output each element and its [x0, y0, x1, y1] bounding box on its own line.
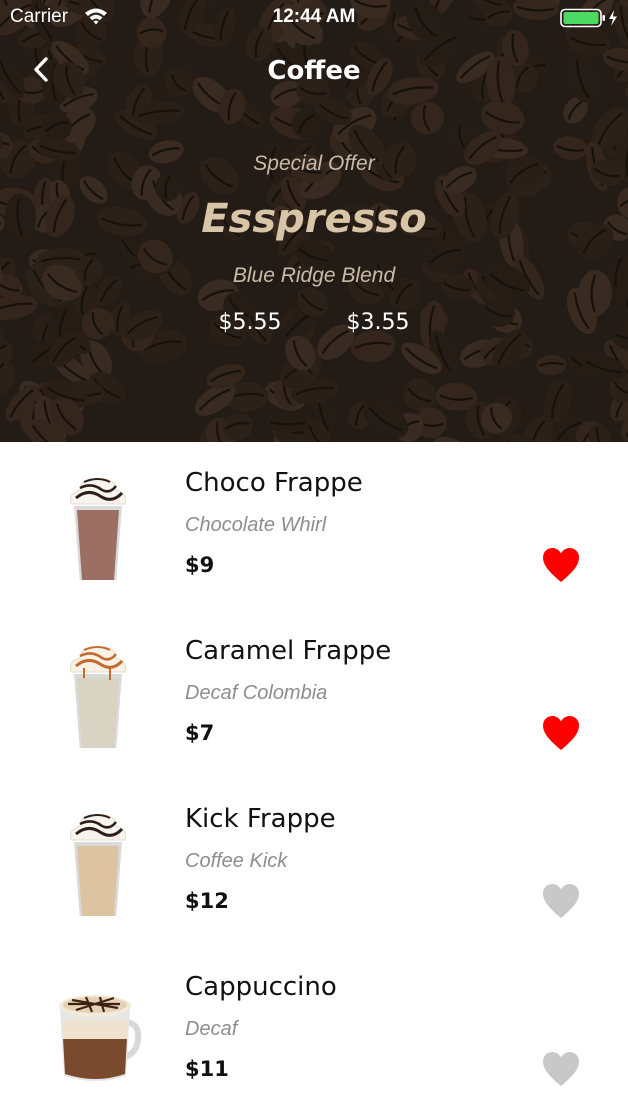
favorite-heart-icon[interactable]: [541, 1050, 581, 1088]
item-name: Kick Frappe: [185, 804, 336, 834]
list-item[interactable]: Caramel Frappe Decaf Colombia $7: [0, 610, 628, 778]
page-title: Coffee: [267, 56, 361, 86]
favorite-heart-icon[interactable]: [541, 714, 581, 752]
offer-blend: Blue Ridge Blend: [232, 264, 396, 287]
list-item[interactable]: Cappuccino Decaf $11: [0, 946, 628, 1114]
kick-frappe-image: [69, 814, 127, 916]
navigation-bar: Coffee: [0, 44, 628, 98]
battery-icon: [560, 8, 617, 28]
status-bar: Carrier 12:44 AM: [0, 0, 628, 36]
item-description: Decaf: [185, 1018, 238, 1040]
favorite-heart-icon[interactable]: [541, 546, 581, 584]
item-price: $12: [185, 889, 229, 913]
item-name: Cappuccino: [185, 972, 337, 1002]
item-price: $11: [185, 1057, 229, 1081]
item-description: Decaf Colombia: [185, 682, 328, 704]
list-item[interactable]: Kick Frappe Coffee Kick $12: [0, 778, 628, 946]
offer-price: $3.55: [346, 310, 410, 335]
offer-label: Special Offer: [253, 152, 375, 175]
app-screen: Carrier 12:44 AM Coffee Special Offer Es…: [0, 0, 628, 1117]
caramel-frappe-image: [69, 646, 127, 748]
favorite-heart-icon[interactable]: [541, 882, 581, 920]
item-price: $7: [185, 721, 215, 745]
choco-frappe-image: [69, 478, 127, 580]
item-description: Coffee Kick: [185, 850, 288, 872]
offer-product-name: Esspresso: [201, 196, 427, 242]
list-item[interactable]: Choco Frappe Chocolate Whirl $9: [0, 442, 628, 610]
cappuccino-image: [59, 995, 142, 1081]
status-time: 12:44 AM: [272, 6, 356, 27]
original-price: $5.55: [218, 310, 282, 335]
item-description: Chocolate Whirl: [185, 514, 327, 536]
item-price: $9: [185, 553, 215, 577]
item-name: Choco Frappe: [185, 468, 363, 498]
special-offer-banner[interactable]: Carrier 12:44 AM Coffee Special Offer Es…: [0, 0, 628, 442]
item-name: Caramel Frappe: [185, 636, 392, 666]
